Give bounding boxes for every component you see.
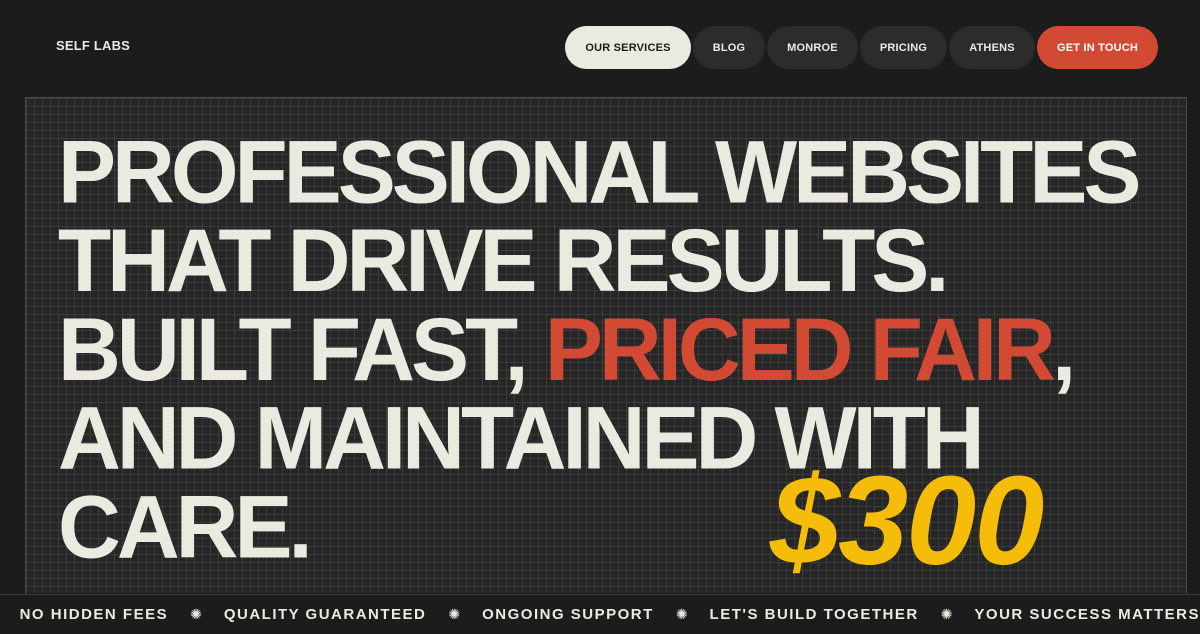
ticker-item: YOUR SUCCESS MATTERS xyxy=(974,606,1200,623)
headline-line-2: THAT DRIVE RESULTS. xyxy=(58,211,949,311)
nav-monroe[interactable]: MONROE xyxy=(767,26,858,69)
ticker-bar: NO HIDDEN FEES ✺ QUALITY GUARANTEED ✺ ON… xyxy=(0,594,1200,634)
nav-athens[interactable]: ATHENS xyxy=(949,26,1035,69)
sun-burst-icon: ✺ xyxy=(940,606,953,622)
nav-our-services[interactable]: OUR SERVICES xyxy=(565,26,691,69)
ticker-item: QUALITY GUARANTEED xyxy=(223,606,427,623)
headline-accent-priced-fair: PRICED FAIR xyxy=(544,300,1056,400)
main-nav: OUR SERVICES BLOG MONROE PRICING ATHENS … xyxy=(565,26,1160,69)
ticker-item: NO HIDDEN FEES xyxy=(19,606,169,623)
logo[interactable]: SELF LABS xyxy=(56,38,130,53)
nav-blog[interactable]: BLOG xyxy=(693,26,765,69)
sun-burst-icon: ✺ xyxy=(190,606,202,622)
sun-burst-icon: ✺ xyxy=(675,606,688,622)
ticker-item: ONGOING SUPPORT xyxy=(482,606,654,623)
ticker-item: LET'S BUILD TOGETHER xyxy=(709,606,919,623)
sun-burst-icon: ✺ xyxy=(448,606,461,622)
headline-line-3-end: , xyxy=(1051,300,1076,400)
nav-pricing[interactable]: PRICING xyxy=(860,26,947,69)
hero-section: PROFESSIONAL WEBSITES THAT DRIVE RESULTS… xyxy=(26,98,1186,593)
get-in-touch-button[interactable]: GET IN TOUCH xyxy=(1037,26,1158,69)
site-header: SELF LABS OUR SERVICES BLOG MONROE PRICI… xyxy=(0,0,1200,97)
headline-line-1: PROFESSIONAL WEBSITES xyxy=(58,122,1141,222)
headline-line-3: BUILT FAST, PRICED FAIR, xyxy=(58,305,1137,394)
price-tag: $300 xyxy=(770,450,1044,591)
headline-line-3-start: BUILT FAST, xyxy=(58,300,545,400)
